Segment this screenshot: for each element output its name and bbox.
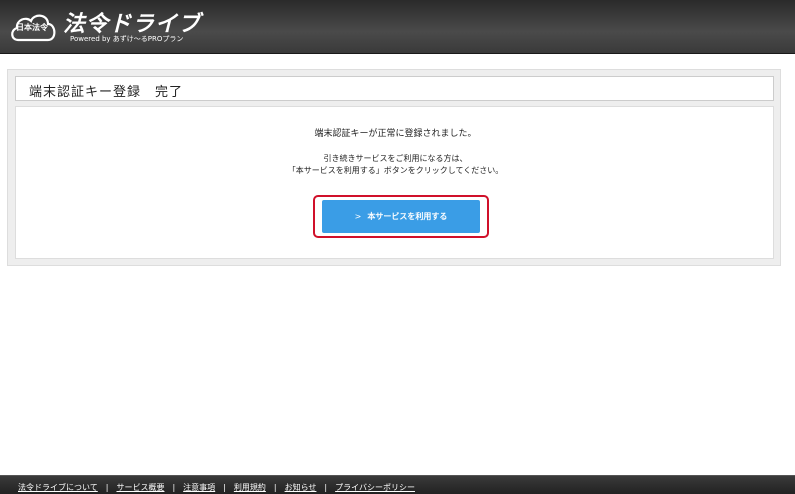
use-service-button-label: 本サービスを利用する xyxy=(367,212,448,221)
footer: 法令ドライブについて | サービス概要 | 注意事項 | 利用規約 | お知らせ… xyxy=(0,475,795,494)
footer-link-terms[interactable]: 利用規約 xyxy=(234,482,266,493)
footer-separator: | xyxy=(105,483,109,492)
footer-link-service-overview[interactable]: サービス概要 xyxy=(116,482,164,493)
app-header: 日本法令 法令ドライブ Powered by あずけ〜るPROプラン xyxy=(0,0,795,54)
title-bar: 端末認証キー登録 完了 xyxy=(15,76,774,101)
footer-links: 法令ドライブについて | サービス概要 | 注意事項 | 利用規約 | お知らせ… xyxy=(18,482,415,493)
use-service-button[interactable]: > 本サービスを利用する xyxy=(322,200,480,233)
main-panel: 端末認証キー登録 完了 端末認証キーが正常に登録されました。 引き続きサービスを… xyxy=(7,69,781,266)
completion-message: 端末認証キーが正常に登録されました。 xyxy=(314,129,477,139)
chevron-right-icon: > xyxy=(354,212,362,221)
footer-separator: | xyxy=(172,483,176,492)
instruction-line-2: 「本サービスを利用する」ボタンをクリックしてください。 xyxy=(287,166,504,175)
page-title: 端末認証キー登録 完了 xyxy=(29,85,184,100)
footer-link-news[interactable]: お知らせ xyxy=(285,482,317,493)
powered-by-text: Powered by あずけ〜るPROプラン xyxy=(70,35,184,43)
footer-link-privacy[interactable]: プライバシーポリシー xyxy=(335,482,415,493)
instruction-line-1: 引き続きサービスをご利用になる方は、 xyxy=(323,154,468,163)
footer-separator: | xyxy=(324,483,328,492)
footer-link-about[interactable]: 法令ドライブについて xyxy=(18,482,98,493)
content-box: 端末認証キーが正常に登録されました。 引き続きサービスをご利用になる方は、 「本… xyxy=(15,106,774,259)
footer-link-notes[interactable]: 注意事項 xyxy=(183,482,215,493)
footer-separator: | xyxy=(223,483,226,492)
logo-cloud-label: 日本法令 xyxy=(16,23,48,32)
footer-separator: | xyxy=(273,483,277,492)
